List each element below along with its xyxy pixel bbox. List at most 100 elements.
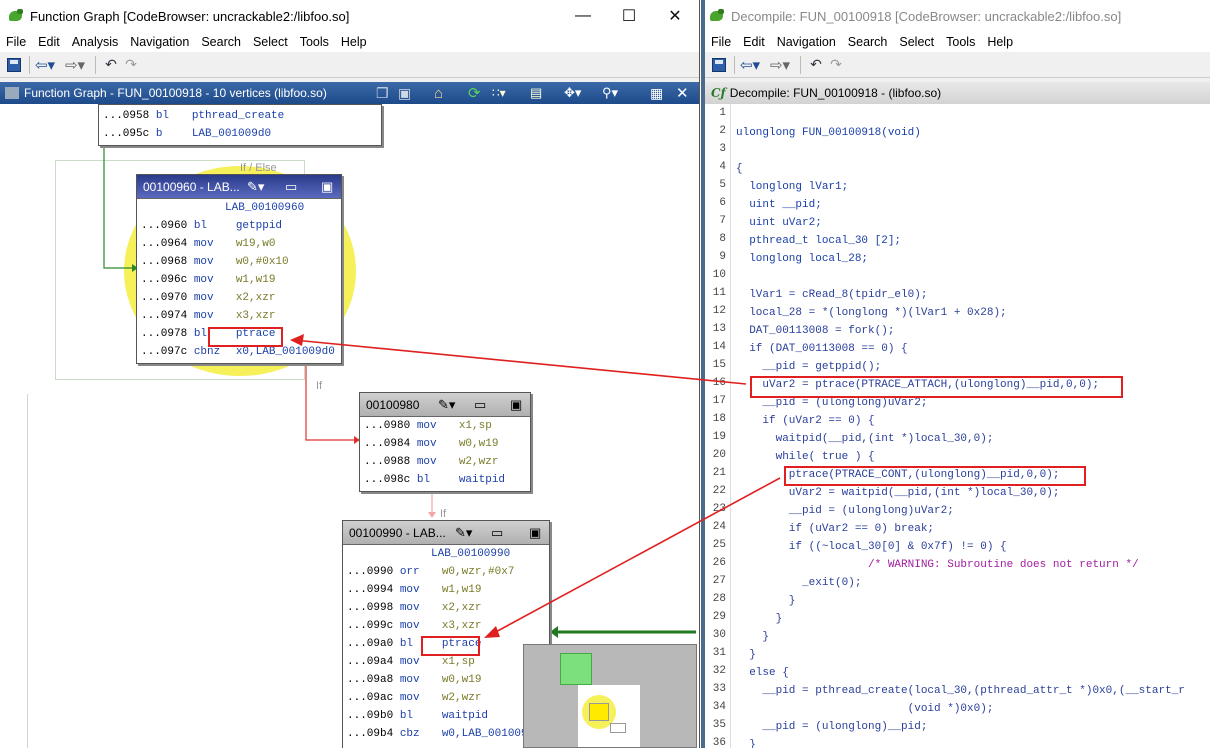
block-format-icon[interactable]: ▤ (530, 85, 542, 101)
edit-icon[interactable]: ✎▾ (247, 179, 264, 195)
instruction-row[interactable]: ...0974 mov x3,xzr (137, 307, 341, 325)
code-line[interactable]: lVar1 = cRead_8(tpidr_el0); (736, 286, 927, 304)
instruction-row[interactable]: ...09a8 mov w0,w19 (343, 671, 549, 689)
menu-item-tools[interactable]: Tools (294, 35, 335, 49)
instruction-row[interactable]: ...0990 orr w0,wzr,#0x7 (343, 563, 549, 581)
back-button[interactable]: ⇦▾ (35, 55, 55, 75)
code-line[interactable]: ulonglong FUN_00100918(void) (736, 124, 921, 142)
instruction-row[interactable]: ...098c bl waitpid (360, 471, 530, 489)
window-icon[interactable]: ▭ (474, 397, 486, 413)
layout-icon[interactable]: ∷▾ (492, 86, 506, 100)
instruction-row[interactable]: ...09b0 bl waitpid (343, 707, 549, 725)
edit-icon[interactable]: ✎▾ (455, 525, 472, 541)
menu-item-edit[interactable]: Edit (737, 35, 771, 49)
instruction-row[interactable]: ...09b4 cbz w0,LAB_001009d (343, 725, 549, 743)
undo-button[interactable]: ↶ (101, 55, 121, 75)
instruction-row[interactable]: ...0970 mov x2,xzr (137, 289, 341, 307)
redo-button[interactable]: ↷ (121, 55, 141, 75)
menu-item-tools[interactable]: Tools (940, 35, 981, 49)
code-line[interactable]: uint __pid; (736, 196, 822, 214)
code-line[interactable]: if (uVar2 == 0) break; (736, 520, 934, 538)
instruction-row[interactable]: ...096c mov w1,w19 (137, 271, 341, 289)
code-line[interactable]: longlong lVar1; (736, 178, 848, 196)
minimize-button[interactable]: — (560, 0, 606, 32)
close-button[interactable]: ✕ (652, 0, 698, 32)
code-line[interactable]: while( true ) { (736, 448, 875, 466)
undo-button[interactable]: ↶ (806, 55, 826, 75)
satellite-minimap[interactable] (523, 644, 697, 748)
window-icon[interactable]: ▭ (285, 179, 297, 195)
code-line[interactable]: __pid = (ulonglong)__pid; (736, 718, 927, 736)
redo-button[interactable]: ↷ (826, 55, 846, 75)
code-line[interactable]: waitpid(__pid,(int *)local_30,0); (736, 430, 994, 448)
graph-node-00100980[interactable]: 00100980 ✎▾ ▭ ▣ ...0980 mov x1,sp ...0984 … (359, 392, 531, 492)
instruction-row[interactable]: ...09ac mov w2,wzr (343, 689, 549, 707)
code-line[interactable]: if ((~local_30[0] & 0x7f) != 0) { (736, 538, 1007, 556)
menu-item-search[interactable]: Search (195, 35, 247, 49)
maximize-button[interactable]: ☐ (606, 0, 652, 32)
code-line[interactable]: uVar2 = waitpid(__pid,(int *)local_30,0)… (736, 484, 1060, 502)
menu-item-search[interactable]: Search (842, 35, 894, 49)
code-line[interactable]: __pid = getppid(); (736, 358, 881, 376)
menu-item-file[interactable]: File (0, 35, 32, 49)
code-line[interactable]: if (uVar2 == 0) { (736, 412, 874, 430)
code-line[interactable]: else { (736, 664, 789, 682)
graph-node-top[interactable]: ...0958 bl pthread_create ...095c b LAB_00… (98, 104, 382, 146)
menu-item-help[interactable]: Help (981, 35, 1019, 49)
fullscreen-icon[interactable]: ▣ (529, 525, 541, 541)
code-line[interactable]: longlong local_28; (736, 250, 868, 268)
code-line[interactable]: } (736, 646, 756, 664)
refresh-icon[interactable]: ⟳ (468, 84, 481, 102)
fullscreen-icon[interactable]: ▣ (321, 179, 333, 195)
forward-button[interactable]: ⇨▾ (65, 55, 85, 75)
instruction-row[interactable]: ...0994 mov w1,w19 (343, 581, 549, 599)
copy-icon[interactable]: ❐ (376, 85, 389, 102)
zoom-icon[interactable]: ⚲▾ (602, 85, 618, 101)
instruction-row[interactable]: ...099c mov x3,xzr (343, 617, 549, 635)
back-button[interactable]: ⇦▾ (740, 55, 760, 75)
menu-item-file[interactable]: File (705, 35, 737, 49)
decompiler-code-view[interactable]: 1 2 3 4 5 6 7 8 9 10 11 12 13 14 15 16 17 18 19 20 21 22 23 24 2… (705, 104, 1210, 748)
code-line[interactable]: local_28 = *(longlong *)(lVar1 + 0x28); (736, 304, 1006, 322)
menu-item-navigation[interactable]: Navigation (124, 35, 195, 49)
save-button[interactable] (709, 55, 729, 75)
code-line[interactable]: } (736, 628, 769, 646)
snapshot-icon[interactable]: ▦ (650, 85, 663, 102)
code-line[interactable]: /* WARNING: Subroutine does not return *… (736, 556, 1139, 574)
instruction-row[interactable]: ...0998 mov x2,xzr (343, 599, 549, 617)
window-icon[interactable]: ▭ (491, 525, 503, 541)
code-line[interactable]: } (736, 610, 783, 628)
graph-node-00100990[interactable]: 00100990 - LAB... ✎▾ ▭ ▣ LAB_00100990 ..… (342, 520, 550, 748)
forward-button[interactable]: ⇨▾ (770, 55, 790, 75)
node-header[interactable]: 00100980 ✎▾ ▭ ▣ (360, 393, 530, 417)
instruction-row[interactable]: ...0960 bl getppid (137, 217, 341, 235)
code-line[interactable]: } (736, 736, 756, 748)
code-line[interactable]: __pid = (ulonglong)uVar2; (736, 502, 954, 520)
menu-item-help[interactable]: Help (335, 35, 373, 49)
save-button[interactable] (4, 55, 24, 75)
menu-item-navigation[interactable]: Navigation (771, 35, 842, 49)
menu-item-analysis[interactable]: Analysis (66, 35, 125, 49)
node-header[interactable]: 00100960 - LAB... ✎▾ ▭ ▣ (137, 175, 341, 199)
menu-item-select[interactable]: Select (247, 35, 294, 49)
menu-item-select[interactable]: Select (893, 35, 940, 49)
code-line[interactable]: uint uVar2; (736, 214, 822, 232)
instruction-row[interactable]: ...0968 mov w0,#0x10 (137, 253, 341, 271)
instruction-row[interactable]: ...0988 mov w2,wzr (360, 453, 530, 471)
code-line[interactable]: } (736, 592, 796, 610)
menu-item-edit[interactable]: Edit (32, 35, 66, 49)
edit-icon[interactable]: ✎▾ (438, 397, 455, 413)
paste-icon[interactable]: ▣ (398, 85, 411, 102)
navigation-icon[interactable]: ✥▾ (564, 85, 581, 101)
instruction-row[interactable]: ...0980 mov x1,sp (360, 417, 530, 435)
code-line[interactable]: (void *)0x0); (736, 700, 994, 718)
instruction-row[interactable]: ...0984 mov w0,w19 (360, 435, 530, 453)
fullscreen-icon[interactable]: ▣ (510, 397, 522, 413)
home-icon[interactable]: ⌂ (434, 85, 443, 102)
code-line[interactable]: if (DAT_00113008 == 0) { (736, 340, 907, 358)
instruction-row[interactable]: ...0964 mov w19,w0 (137, 235, 341, 253)
code-line[interactable]: pthread_t local_30 [2]; (736, 232, 901, 250)
code-line[interactable]: _exit(0); (736, 574, 861, 592)
code-line[interactable]: { (736, 160, 743, 178)
close-panel-icon[interactable]: ✕ (676, 84, 689, 102)
